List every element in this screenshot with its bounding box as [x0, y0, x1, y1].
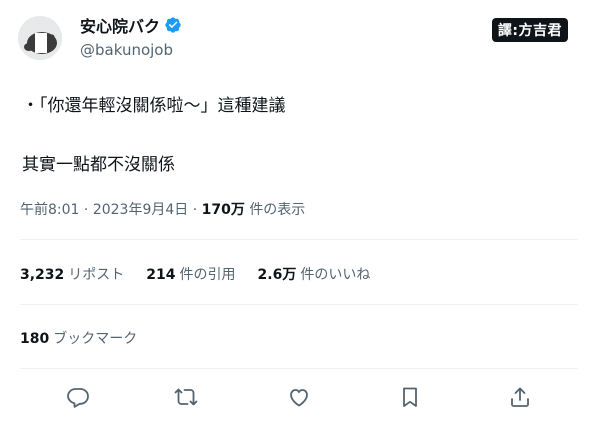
reposts-count: 3,232: [20, 267, 65, 283]
reposts-stat[interactable]: 3,232 リポスト: [20, 264, 124, 284]
bookmark-icon[interactable]: [398, 385, 424, 411]
reposts-label: リポスト: [68, 267, 125, 283]
action-bar: [0, 383, 598, 413]
bookmarks-stat[interactable]: 180 ブックマーク: [20, 328, 137, 348]
meta-separator: ·: [192, 202, 198, 218]
bookmarks-label: ブックマーク: [53, 331, 138, 347]
quotes-count: 214: [146, 267, 176, 283]
heart-icon[interactable]: [287, 385, 313, 411]
divider: [20, 304, 578, 305]
views-label: 件の表示: [249, 202, 306, 218]
tweet-text-line-2: 其實一點都不沒關係: [22, 155, 175, 175]
bookmarks-count: 180: [20, 331, 50, 347]
retweet-icon[interactable]: [174, 385, 200, 411]
avatar[interactable]: [18, 16, 62, 60]
likes-stat[interactable]: 2.6万 件のいいね: [258, 264, 371, 284]
reply-icon[interactable]: [66, 385, 92, 411]
translator-watermark: 譯:方吉君: [491, 18, 568, 42]
verified-badge-icon: [164, 16, 182, 34]
tweet-text-line-1: ・「你還年輕沒關係啦〜」這種建議: [22, 96, 286, 116]
tapir-avatar-icon: [18, 16, 62, 60]
tweet-date[interactable]: 2023年9月4日: [93, 202, 188, 218]
quotes-label: 件の引用: [179, 267, 236, 283]
tweet-meta: 午前8:01 · 2023年9月4日 · 170万 件の表示: [20, 199, 305, 219]
views-count: 170万: [201, 202, 245, 218]
tweet-time[interactable]: 午前8:01: [20, 202, 79, 218]
divider: [20, 239, 578, 240]
meta-separator: ·: [83, 202, 89, 218]
author-name-row: 安心院バク: [80, 13, 182, 37]
likes-count: 2.6万: [257, 267, 297, 283]
author-handle[interactable]: @bakunojob: [80, 41, 173, 59]
quotes-stat[interactable]: 214 件の引用: [146, 264, 235, 284]
likes-label: 件のいいね: [300, 267, 371, 283]
share-icon[interactable]: [508, 385, 534, 411]
divider: [20, 368, 578, 369]
author-display-name[interactable]: 安心院バク: [80, 13, 160, 37]
engagement-stats: 3,232 リポスト 214 件の引用 2.6万 件のいいね: [20, 264, 370, 284]
